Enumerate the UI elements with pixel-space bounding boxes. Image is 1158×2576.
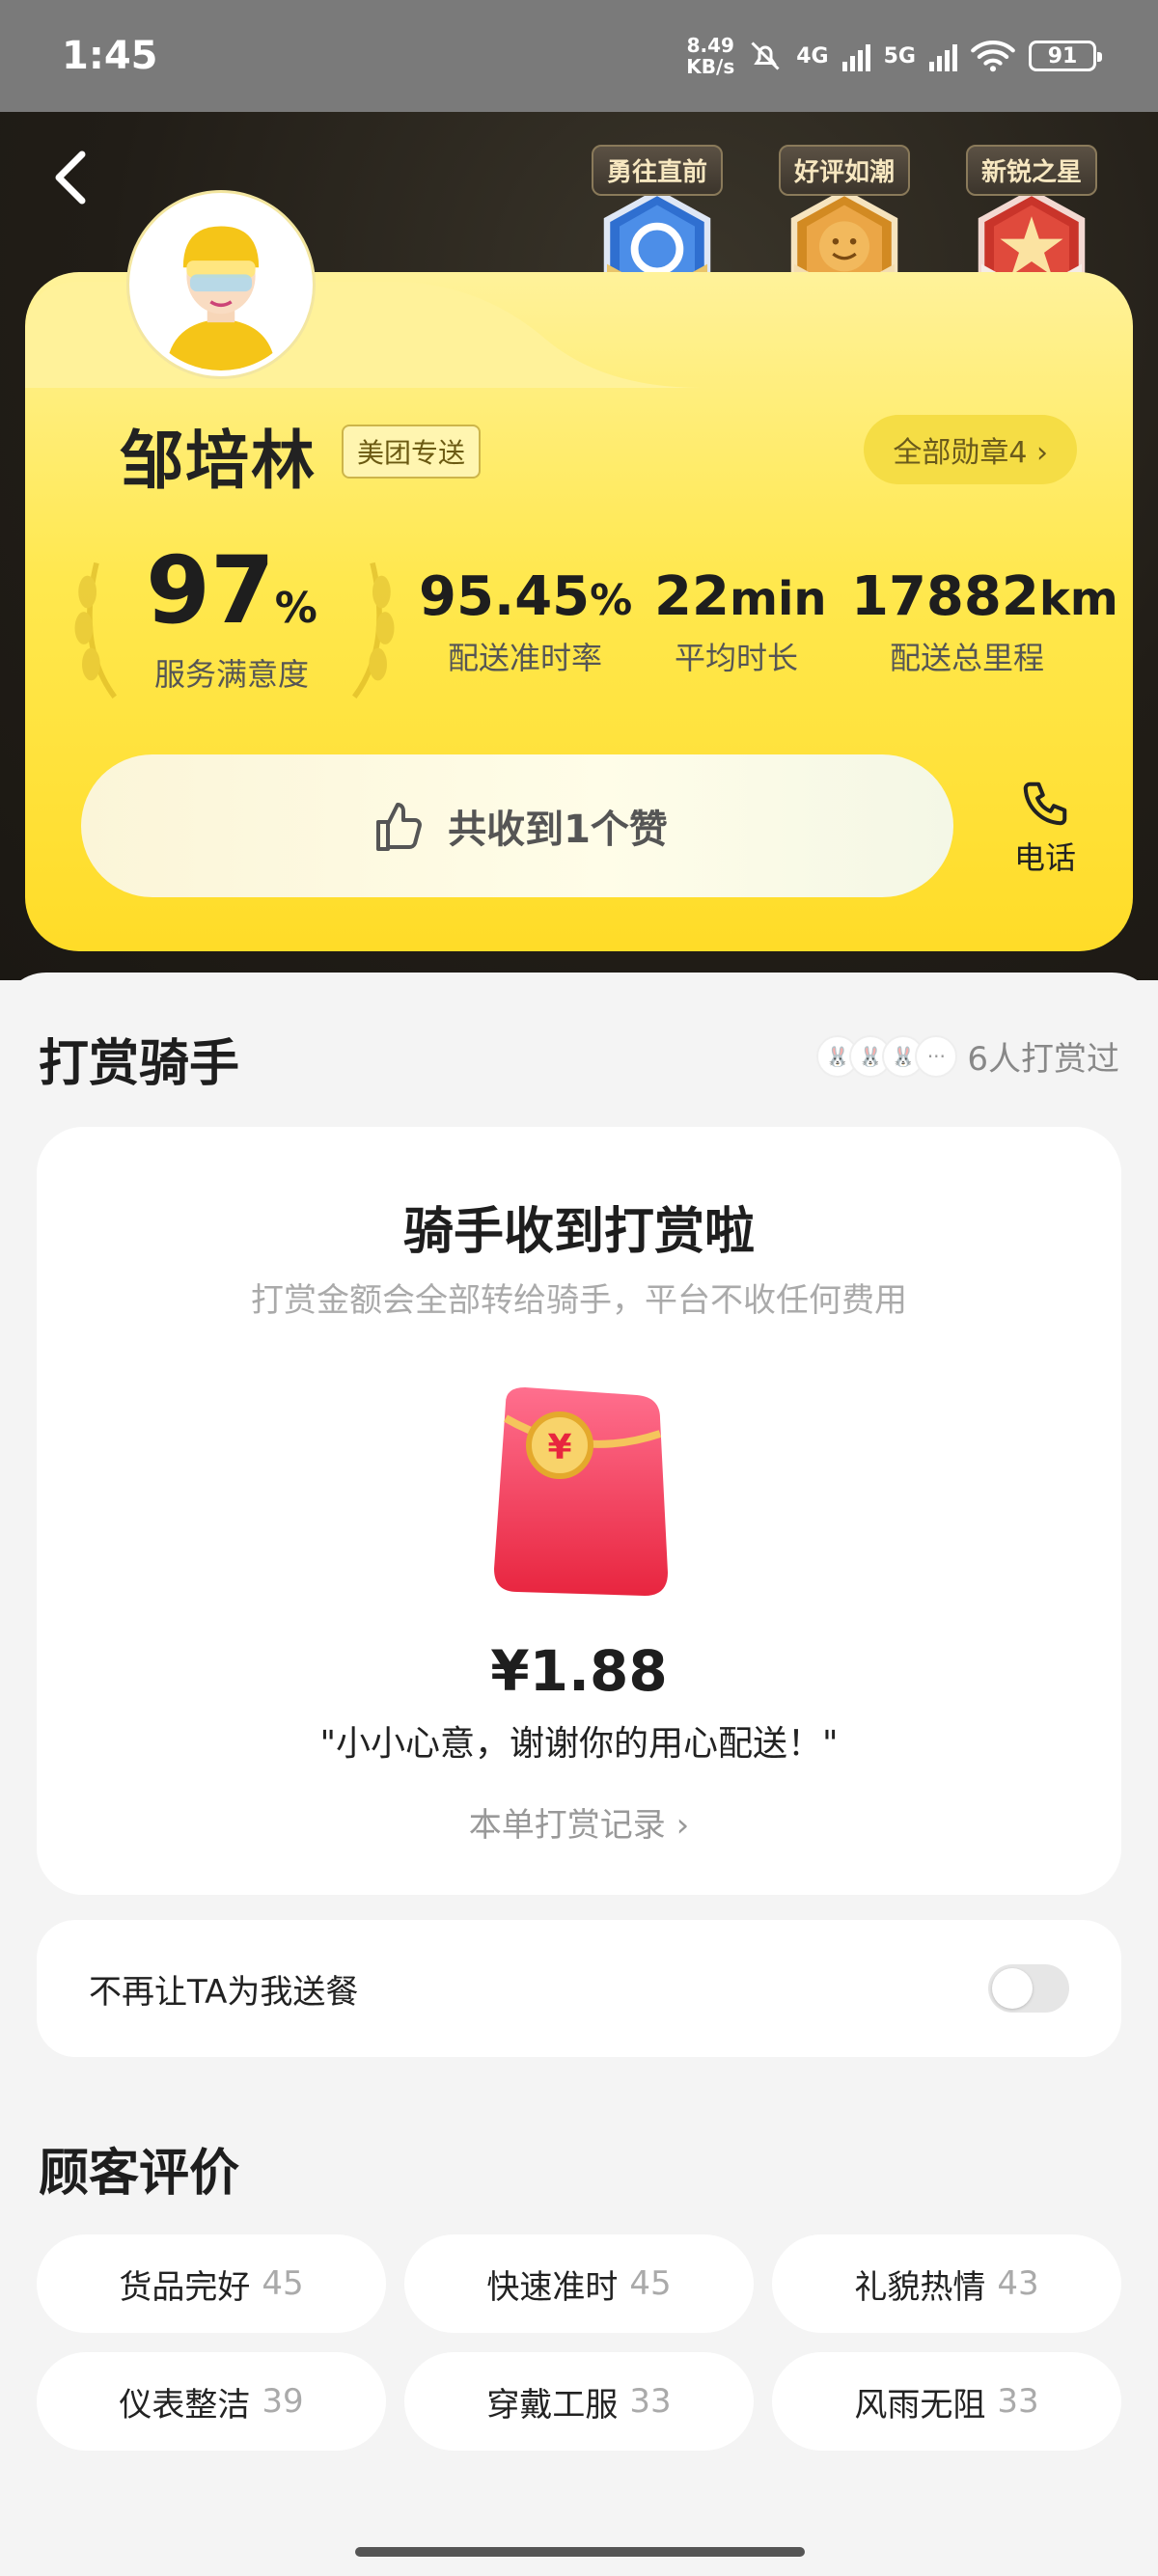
review-tag-count: 39 bbox=[262, 2382, 304, 2421]
review-tag-count: 45 bbox=[262, 2264, 304, 2303]
mute-icon bbox=[751, 41, 780, 70]
stat-unit: min bbox=[729, 572, 827, 626]
review-tag-count: 43 bbox=[997, 2264, 1039, 2303]
badge-label: 新锐之星 bbox=[965, 145, 1097, 196]
tipper-avatars: 🐰 🐰 🐰 ··· bbox=[816, 1034, 958, 1078]
tippers-summary[interactable]: 🐰 🐰 🐰 ··· 6人打赏过 bbox=[816, 1032, 1119, 1080]
reviews-section-title: 顾客评价 bbox=[39, 2145, 240, 2203]
review-tag[interactable]: 货品完好 45 bbox=[37, 2234, 386, 2333]
stat-label: 平均时长 bbox=[674, 640, 798, 676]
status-bar: 1:45 8.49 KB/s 4G 5G 91 bbox=[0, 0, 1158, 112]
stat-total-distance: 17882km 配送总里程 bbox=[851, 565, 1118, 678]
review-tag-label: 穿戴工服 bbox=[486, 2385, 619, 2425]
tip-section-title: 打赏骑手 bbox=[39, 1035, 240, 1093]
review-tag-label: 风雨无阻 bbox=[854, 2385, 986, 2425]
stat-value: 97 bbox=[146, 536, 275, 644]
stat-unit: % bbox=[590, 576, 633, 625]
home-indicator[interactable] bbox=[355, 2547, 805, 2557]
network-speed: 8.49 KB/s bbox=[686, 35, 734, 77]
signal-icon-2 bbox=[929, 41, 957, 71]
thumbs-up-icon bbox=[376, 803, 422, 851]
signal-icon bbox=[841, 41, 870, 71]
stat-label: 配送准时率 bbox=[447, 640, 602, 676]
stat-avg-duration: 22min 平均时长 bbox=[654, 565, 827, 678]
more-icon: ··· bbox=[915, 1034, 958, 1078]
review-tag[interactable]: 快速准时 45 bbox=[404, 2234, 754, 2333]
stat-unit: km bbox=[1038, 572, 1118, 626]
laurel-left-icon bbox=[74, 562, 118, 699]
chevron-left-icon bbox=[55, 151, 86, 205]
battery-level: 91 bbox=[1047, 43, 1078, 69]
likes-button[interactable]: 共收到1个赞 bbox=[81, 754, 953, 897]
tip-card: 骑手收到打赏啦 打赏金额会全部转给骑手，平台不收任何费用 ¥ ¥1.88 "小小… bbox=[37, 1127, 1121, 1895]
laurel-right-icon bbox=[351, 562, 395, 699]
block-rider-row: 不再让TA为我送餐 bbox=[37, 1920, 1121, 2057]
tip-amount: ¥1.88 bbox=[490, 1638, 668, 1704]
avatar-image bbox=[135, 199, 307, 370]
review-tag[interactable]: 礼貌热情 43 bbox=[772, 2234, 1121, 2333]
stat-value: 22 bbox=[654, 565, 730, 628]
battery-icon: 91 bbox=[1029, 41, 1102, 71]
svg-text:¥: ¥ bbox=[547, 1428, 571, 1467]
speed-unit: KB/s bbox=[686, 55, 735, 78]
network-type-2: 5G bbox=[883, 43, 916, 69]
stat-unit: % bbox=[274, 584, 317, 633]
phone-icon bbox=[1023, 781, 1067, 826]
review-tag[interactable]: 风雨无阻 33 bbox=[772, 2352, 1121, 2451]
red-envelope-icon: ¥ bbox=[494, 1387, 668, 1596]
service-tag: 美团专送 bbox=[342, 425, 482, 479]
status-time: 1:45 bbox=[62, 34, 158, 78]
block-rider-label: 不再让TA为我送餐 bbox=[89, 1972, 359, 2012]
network-type-1: 4G bbox=[796, 43, 829, 69]
rider-stats: 97% 服务满意度 95.45% 配送准时率 22min 平均时长 17882k… bbox=[68, 536, 1118, 700]
all-badges-button[interactable]: 全部勋章4 › bbox=[864, 415, 1077, 484]
tip-record-link[interactable]: 本单打赏记录 › bbox=[37, 1798, 1121, 1846]
stat-label: 服务满意度 bbox=[153, 656, 309, 693]
likes-text: 共收到1个赞 bbox=[448, 808, 668, 852]
review-tag[interactable]: 仪表整洁 39 bbox=[37, 2352, 386, 2451]
review-tag-count: 33 bbox=[629, 2382, 672, 2421]
stat-label: 配送总里程 bbox=[889, 640, 1044, 676]
status-icons: 8.49 KB/s 4G 5G 91 bbox=[686, 35, 1102, 77]
review-tag-label: 货品完好 bbox=[119, 2267, 251, 2307]
call-label: 电话 bbox=[1013, 839, 1076, 876]
review-tag-label: 快速准时 bbox=[486, 2267, 619, 2307]
rider-name: 邹培林 bbox=[120, 424, 317, 498]
badge-label: 好评如潮 bbox=[778, 145, 910, 196]
stat-value: 95.45 bbox=[419, 565, 591, 628]
review-tag-label: 仪表整洁 bbox=[119, 2385, 251, 2425]
stat-satisfaction: 97% 服务满意度 bbox=[145, 536, 318, 695]
review-tags: 货品完好 45 快速准时 45 礼貌热情 43 仪表整洁 39 穿戴工服 33 风雨无阻 3… bbox=[37, 2234, 1121, 2451]
back-button[interactable] bbox=[46, 147, 95, 208]
call-button[interactable]: 电话 bbox=[1002, 778, 1089, 878]
block-rider-toggle[interactable] bbox=[988, 1964, 1069, 2013]
review-tag-label: 礼貌热情 bbox=[854, 2267, 986, 2307]
tippers-count: 6人打赏过 bbox=[967, 1040, 1119, 1079]
review-tag-count: 33 bbox=[997, 2382, 1039, 2421]
stat-value: 17882 bbox=[851, 565, 1039, 628]
tip-card-title: 骑手收到打赏啦 bbox=[402, 1203, 755, 1261]
rider-avatar bbox=[129, 193, 313, 376]
tip-card-subtitle: 打赏金额会全部转给骑手，平台不收任何费用 bbox=[251, 1281, 907, 1320]
tip-message: "小小心意，谢谢你的用心配送！" bbox=[319, 1724, 839, 1764]
wifi-icon bbox=[971, 41, 1015, 72]
review-tag-count: 45 bbox=[629, 2264, 672, 2303]
review-tag[interactable]: 穿戴工服 33 bbox=[404, 2352, 754, 2451]
stat-on-time-rate: 95.45% 配送准时率 bbox=[419, 565, 633, 678]
speed-value: 8.49 bbox=[686, 34, 734, 57]
badge-label: 勇往直前 bbox=[591, 145, 723, 196]
